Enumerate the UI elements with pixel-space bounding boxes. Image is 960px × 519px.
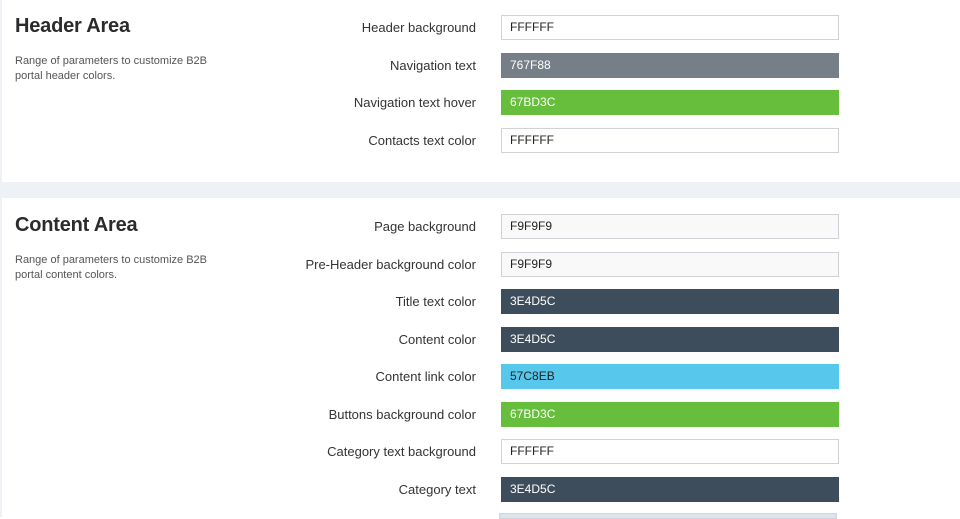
setting-row-title-text-color: Title text color 3E4D5C <box>2 289 960 314</box>
color-picker-field[interactable]: 67BD3C <box>501 90 839 115</box>
setting-label: Header background <box>361 20 476 35</box>
setting-row-category-text-background: Category text background FFFFFF <box>2 439 960 464</box>
setting-label: Title text color <box>395 294 476 309</box>
setting-row-pre-header-background-color: Pre-Header background color F9F9F9 <box>2 252 960 277</box>
color-picker-field[interactable]: F9F9F9 <box>501 214 839 239</box>
setting-label: Navigation text hover <box>353 95 476 110</box>
color-picker-field[interactable]: FFFFFF <box>501 128 839 153</box>
color-picker-field[interactable]: 57C8EB <box>501 364 839 389</box>
setting-row-contacts-text-color: Contacts text color FFFFFF <box>2 128 960 153</box>
content-area-section: Content Area Range of parameters to cust… <box>0 198 960 517</box>
setting-label: Contacts text color <box>368 133 476 148</box>
setting-label: Content link color <box>375 369 476 384</box>
setting-row-content-color: Content color 3E4D5C <box>2 327 960 352</box>
color-picker-field[interactable]: 3E4D5C <box>501 289 839 314</box>
header-area-section: Header Area Range of parameters to custo… <box>0 0 960 182</box>
section-divider <box>0 182 960 198</box>
color-picker-field[interactable]: F9F9F9 <box>501 252 839 277</box>
setting-row-buttons-background-color: Buttons background color 67BD3C <box>2 402 960 427</box>
setting-label: Navigation text <box>390 58 476 73</box>
color-picker-field[interactable]: 3E4D5C <box>501 327 839 352</box>
setting-label: Pre-Header background color <box>305 257 476 272</box>
color-picker-field[interactable]: FFFFFF <box>501 15 839 40</box>
color-picker-field[interactable]: 67BD3C <box>501 402 839 427</box>
color-picker-field-partial[interactable] <box>499 513 837 519</box>
setting-row-page-background: Page background F9F9F9 <box>2 214 960 239</box>
setting-row-header-background: Header background FFFFFF <box>2 15 960 40</box>
setting-label: Buttons background color <box>328 407 476 422</box>
setting-label: Page background <box>374 219 476 234</box>
setting-row-content-link-color: Content link color 57C8EB <box>2 364 960 389</box>
setting-row-navigation-text-hover: Navigation text hover 67BD3C <box>2 90 960 115</box>
setting-label: Category text <box>398 482 476 497</box>
color-picker-field[interactable]: 3E4D5C <box>501 477 839 502</box>
setting-row-category-text: Category text 3E4D5C <box>2 477 960 502</box>
setting-row-navigation-text: Navigation text 767F88 <box>2 53 960 78</box>
color-picker-field[interactable]: FFFFFF <box>501 439 839 464</box>
setting-label: Content color <box>398 332 476 347</box>
color-picker-field[interactable]: 767F88 <box>501 53 839 78</box>
setting-label: Category text background <box>327 444 476 459</box>
